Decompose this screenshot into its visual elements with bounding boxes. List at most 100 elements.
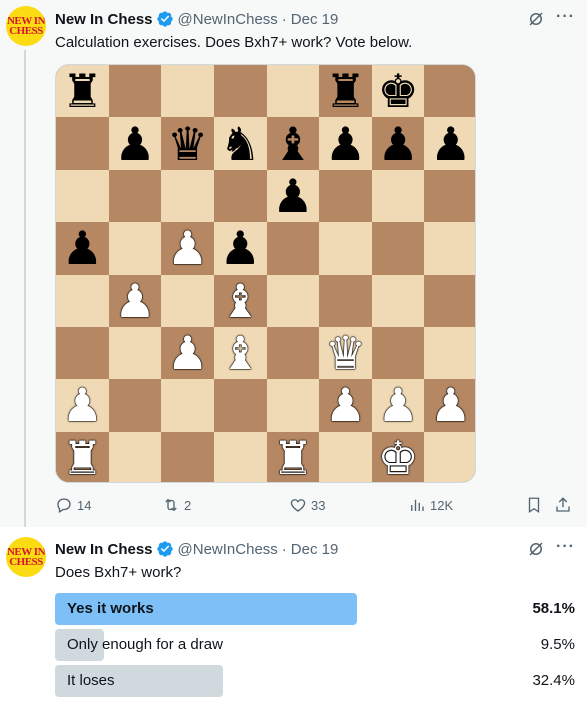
reply-button[interactable]: 14 — [55, 496, 91, 514]
board-square: ♚ — [371, 65, 425, 118]
board-square — [161, 431, 214, 482]
board-square — [161, 169, 214, 223]
board-square — [108, 65, 162, 118]
tweet-2[interactable]: NEW IN CHESS New In Chess @NewInChess · … — [0, 527, 587, 707]
separator-dot: · — [281, 10, 287, 28]
board-square: ♟ — [56, 221, 109, 276]
grok-icon[interactable] — [527, 10, 545, 28]
author-handle[interactable]: @NewInChess — [178, 11, 278, 28]
board-square — [108, 431, 162, 482]
board-square — [213, 431, 267, 482]
tweet-date[interactable]: Dec 19 — [291, 11, 339, 28]
board-square — [108, 379, 162, 432]
heart-icon — [290, 499, 306, 512]
bookmark-button[interactable] — [525, 496, 547, 514]
board-square: ♝ — [213, 273, 267, 328]
board-square — [161, 65, 214, 118]
chess-piece: ♟ — [377, 378, 419, 433]
tweet-date[interactable]: Dec 19 — [291, 541, 339, 558]
board-square — [266, 222, 320, 275]
board-square: ♟ — [108, 116, 162, 171]
reply-count: 14 — [77, 497, 92, 513]
board-square — [424, 169, 475, 223]
board-square: ♟ — [266, 168, 320, 223]
chess-board-image[interactable]: ♜ ♜ ♚ ♟ ♛ ♞ ♝ ♟ ♟ ♟ ♟ ♟ ♟ ♟ ♟ ♝ ♟ ♝ ♛ ♟ ♟ ♟ ♟ ♜ ♜ ♚ — [55, 64, 476, 483]
chess-piece: ♟ — [114, 273, 156, 328]
board-square — [371, 274, 425, 327]
like-button[interactable]: 33 — [289, 496, 325, 514]
board-square — [213, 65, 267, 118]
board-square: ♜ — [266, 431, 320, 482]
board-square: ♜ — [56, 64, 109, 119]
chess-piece: ♛ — [324, 326, 367, 381]
poll-option-label: Only enough for a draw — [67, 636, 223, 653]
verified-badge-icon — [156, 541, 173, 557]
board-square: ♟ — [213, 221, 267, 276]
grok-icon[interactable] — [527, 540, 545, 558]
views-button[interactable]: 12K — [408, 496, 453, 514]
chess-piece: ♝ — [272, 116, 314, 171]
chess-piece: ♚ — [377, 430, 419, 483]
separator-dot: · — [281, 540, 287, 558]
board-square: ♟ — [371, 378, 425, 433]
chess-piece: ♝ — [219, 326, 261, 381]
board-square — [371, 169, 425, 223]
chess-piece: ♟ — [61, 221, 103, 276]
chess-piece: ♟ — [166, 326, 209, 381]
chess-piece: ♟ — [430, 116, 472, 171]
avatar-line-2: CHESS — [9, 556, 43, 568]
avatar[interactable]: NEW IN CHESS — [6, 6, 46, 46]
board-square: ♜ — [319, 64, 372, 119]
board-square: ♝ — [266, 116, 320, 171]
share-button[interactable] — [554, 496, 576, 514]
author-handle[interactable]: @NewInChess — [178, 541, 278, 558]
board-square: ♞ — [213, 117, 267, 170]
more-options-icon[interactable]: ··· — [556, 538, 575, 556]
bar-chart-icon — [411, 499, 424, 511]
chess-piece: ♝ — [219, 273, 261, 328]
board-square — [266, 326, 320, 380]
chess-piece: ♜ — [61, 64, 103, 119]
chess-piece: ♛ — [166, 116, 209, 171]
author-name[interactable]: New In Chess — [55, 11, 153, 28]
chess-piece: ♜ — [324, 64, 367, 119]
chess-piece: ♟ — [377, 116, 419, 171]
chess-piece: ♟ — [430, 378, 472, 433]
board-square — [56, 117, 109, 170]
board-square — [266, 65, 320, 118]
poll-option-percent: 32.4% — [532, 672, 575, 689]
poll-option-percent: 9.5% — [540, 636, 575, 653]
board-square — [424, 65, 475, 118]
like-count: 33 — [311, 497, 326, 513]
chess-piece: ♟ — [61, 378, 103, 433]
more-options-icon[interactable]: ··· — [556, 8, 575, 26]
action-bar: 14 2 33 12K — [55, 496, 575, 516]
board-square: ♟ — [371, 116, 425, 171]
repost-button[interactable]: 2 — [162, 496, 191, 514]
chess-piece: ♜ — [61, 430, 103, 483]
chess-piece: ♟ — [219, 221, 261, 276]
poll-option[interactable]: Only enough for a draw 9.5% — [55, 629, 575, 661]
tweet-header: New In Chess @NewInChess · Dec 19 — [55, 539, 338, 559]
avatar[interactable]: NEW IN CHESS — [6, 537, 46, 577]
board-square — [213, 169, 267, 223]
reply-icon — [57, 498, 71, 513]
board-square — [371, 326, 425, 380]
verified-badge-icon — [156, 11, 173, 27]
poll-option-label: It loses — [67, 672, 115, 689]
chess-piece: ♟ — [324, 378, 367, 433]
chess-piece: ♟ — [114, 116, 156, 171]
board-square — [56, 169, 109, 223]
board-square — [424, 326, 475, 380]
board-square — [266, 379, 320, 432]
author-name[interactable]: New In Chess — [55, 541, 153, 558]
board-square — [371, 222, 425, 275]
board-square — [319, 274, 372, 327]
chess-piece: ♟ — [272, 168, 314, 223]
board-square: ♟ — [424, 116, 475, 171]
board-square — [56, 274, 109, 327]
poll-option[interactable]: Yes it works 58.1% — [55, 593, 575, 625]
board-square — [161, 379, 214, 432]
poll-option[interactable]: It loses 32.4% — [55, 665, 575, 697]
tweet-1[interactable]: NEW IN CHESS New In Chess @NewInChess · … — [0, 0, 587, 527]
